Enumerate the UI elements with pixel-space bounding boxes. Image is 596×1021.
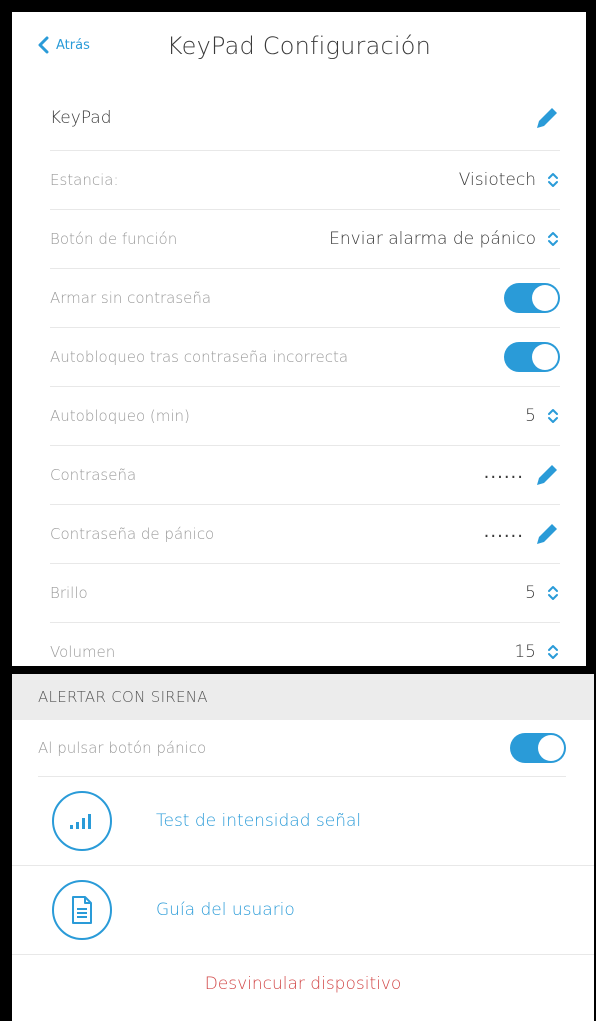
siren-panel: ALERTAR CON SIRENA Al pulsar botón pánic… <box>12 674 594 1021</box>
guide-circle <box>52 880 112 940</box>
navigation-bar: Atrás KeyPad Configuración <box>12 12 586 86</box>
brightness-row[interactable]: Brillo 5 <box>50 563 560 622</box>
volume-row[interactable]: Volumen 15 <box>50 622 560 666</box>
pencil-icon[interactable] <box>534 521 560 547</box>
signal-bars-icon <box>70 814 91 829</box>
panic-button-siren-toggle[interactable] <box>510 733 566 763</box>
function-button-label: Botón de función <box>50 230 178 248</box>
pencil-icon[interactable] <box>534 105 560 131</box>
settings-panel: Atrás KeyPad Configuración KeyPad Estanc… <box>12 12 586 666</box>
autolock-min-label: Autobloqueo (min) <box>50 407 190 425</box>
volume-label: Volumen <box>50 643 116 661</box>
room-value: Visiotech <box>458 170 536 190</box>
brightness-label: Brillo <box>50 584 88 602</box>
room-label: Estancia: <box>50 171 119 189</box>
password-row[interactable]: Contraseña ...... <box>50 445 560 504</box>
autolock-min-row[interactable]: Autobloqueo (min) 5 <box>50 386 560 445</box>
signal-test-row[interactable]: Test de intensidad señal <box>12 777 594 866</box>
function-button-value: Enviar alarma de pánico <box>329 229 536 249</box>
user-guide-label: Guía del usuario <box>156 900 295 920</box>
user-guide-row[interactable]: Guía del usuario <box>12 866 594 955</box>
section-header-siren: ALERTAR CON SIRENA <box>12 674 594 720</box>
up-down-chevron-icon[interactable] <box>546 170 560 190</box>
password-label: Contraseña <box>50 466 137 484</box>
volume-value: 15 <box>514 642 536 662</box>
document-icon <box>72 896 92 924</box>
arm-without-password-row: Armar sin contraseña <box>50 268 560 327</box>
panic-password-row[interactable]: Contraseña de pánico ...... <box>50 504 560 563</box>
panic-button-siren-label: Al pulsar botón pánico <box>38 739 207 757</box>
up-down-chevron-icon[interactable] <box>546 406 560 426</box>
arm-without-password-label: Armar sin contraseña <box>50 289 212 307</box>
password-mask: ...... <box>483 461 524 483</box>
signal-test-label: Test de intensidad señal <box>156 811 362 831</box>
room-row[interactable]: Estancia: Visiotech <box>50 150 560 209</box>
toggle-knob <box>538 735 564 761</box>
panic-button-siren-row: Al pulsar botón pánico <box>38 720 566 777</box>
signal-circle <box>52 791 112 851</box>
autolock-min-value: 5 <box>525 406 536 426</box>
autolock-incorrect-label: Autobloqueo tras contraseña incorrecta <box>50 348 349 366</box>
function-button-row[interactable]: Botón de función Enviar alarma de pánico <box>50 209 560 268</box>
panic-password-label: Contraseña de pánico <box>50 525 215 543</box>
autolock-incorrect-row: Autobloqueo tras contraseña incorrecta <box>50 327 560 386</box>
page-title: KeyPad Configuración <box>166 32 432 60</box>
device-name-row[interactable]: KeyPad <box>50 86 560 150</box>
up-down-chevron-icon[interactable] <box>546 642 560 662</box>
device-name: KeyPad <box>50 108 112 128</box>
pencil-icon[interactable] <box>534 462 560 488</box>
up-down-chevron-icon[interactable] <box>546 583 560 603</box>
arm-without-password-toggle[interactable] <box>504 283 560 313</box>
panic-password-mask: ...... <box>483 520 524 542</box>
up-down-chevron-icon[interactable] <box>546 229 560 249</box>
toggle-knob <box>532 344 558 370</box>
toggle-knob <box>532 285 558 311</box>
autolock-incorrect-toggle[interactable] <box>504 342 560 372</box>
brightness-value: 5 <box>525 583 536 603</box>
unlink-device-button[interactable]: Desvincular dispositivo <box>12 974 594 994</box>
